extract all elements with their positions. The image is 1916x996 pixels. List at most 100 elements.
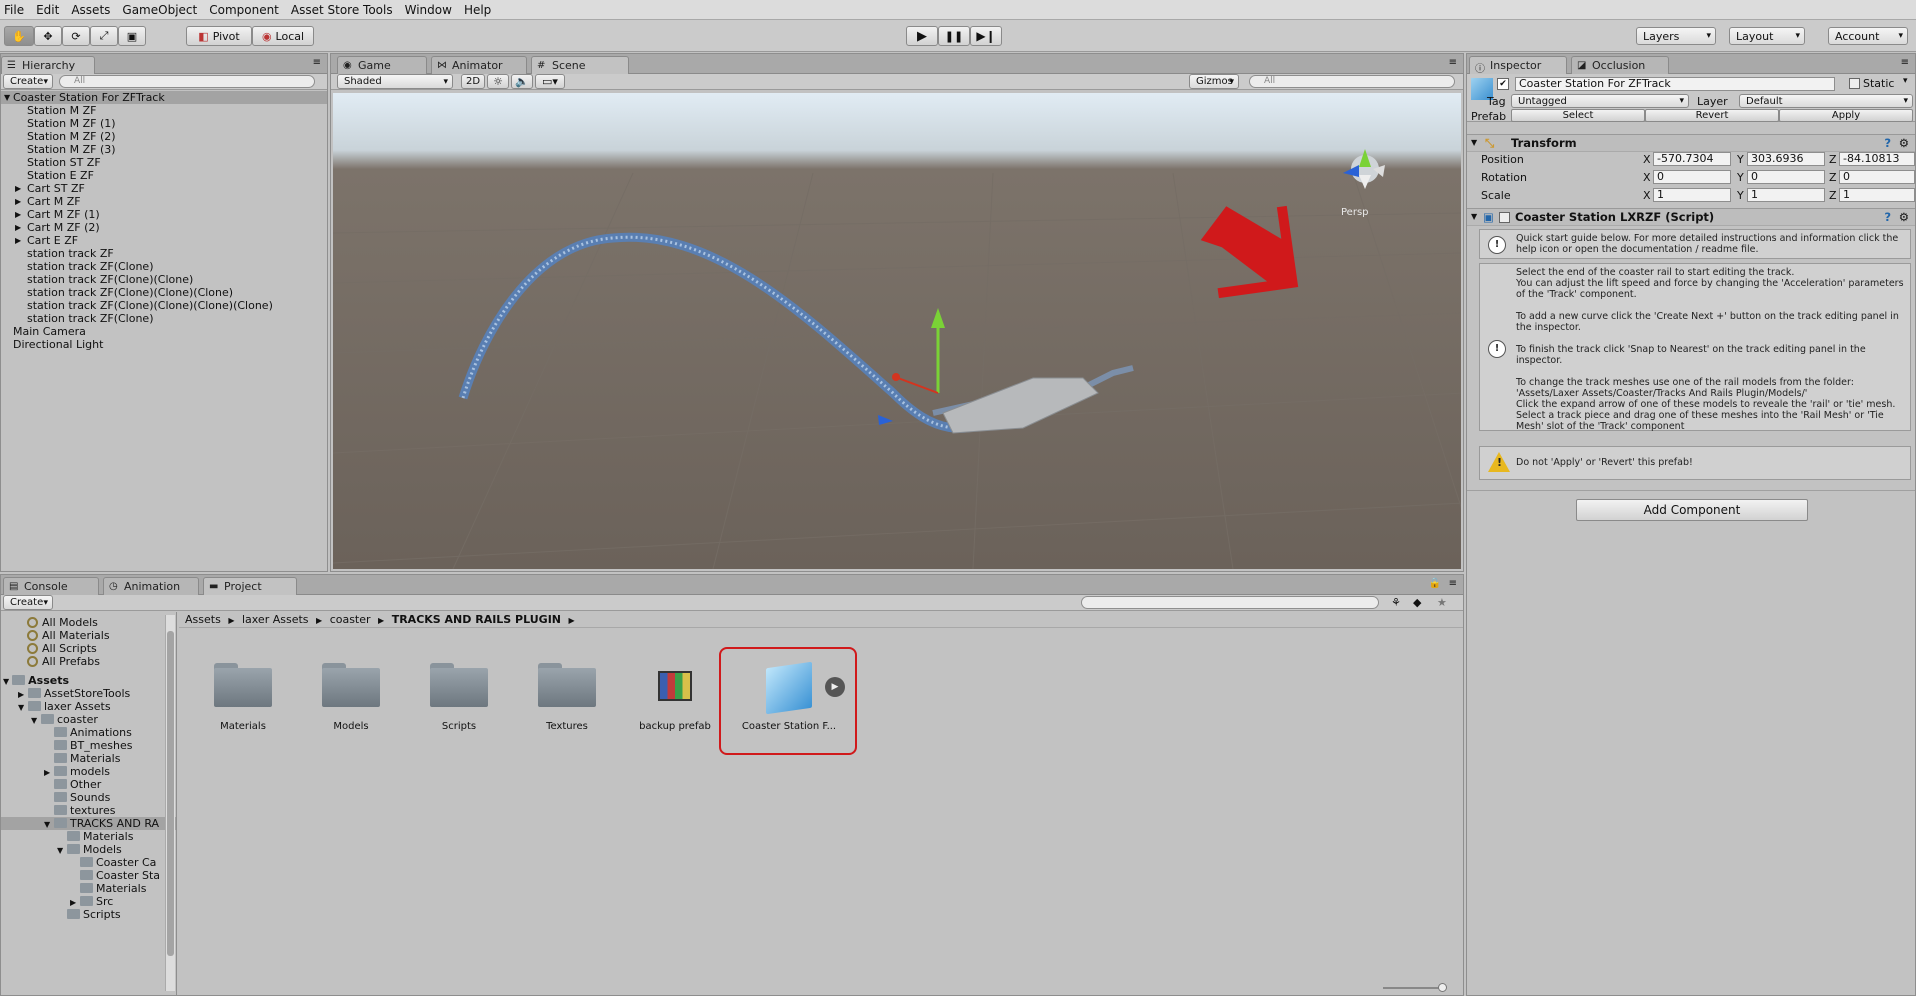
layers-dropdown[interactable]: Layers (1636, 27, 1716, 45)
expand-arrow-icon[interactable]: ▶ (15, 208, 21, 221)
tab-hierarchy[interactable]: ☰ Hierarchy (1, 56, 95, 75)
collapse-arrow-icon[interactable]: ▼ (1471, 135, 1477, 151)
expand-arrow-icon[interactable]: ▶ (15, 221, 21, 234)
filter-label-icon[interactable]: ◆ (1413, 596, 1421, 609)
orientation-gizmo[interactable] (1343, 149, 1385, 189)
help-icon[interactable]: ? (1884, 135, 1891, 151)
rotate-tool-button[interactable]: ⟳ (62, 26, 90, 46)
scale-y-field[interactable]: 1 (1747, 188, 1825, 202)
icon-size-slider[interactable] (1383, 983, 1447, 992)
favorite-item[interactable]: All Scripts (1, 642, 176, 655)
add-component-button[interactable]: Add Component (1576, 499, 1808, 521)
hierarchy-item-root[interactable]: ▼ Coaster Station For ZFTrack (1, 91, 327, 104)
2d-toggle[interactable]: 2D (461, 74, 485, 89)
hierarchy-item[interactable]: Station M ZF (1, 104, 327, 117)
breadcrumb-item[interactable]: coaster (330, 613, 371, 626)
hierarchy-item[interactable]: station track ZF(Clone) (1, 260, 327, 273)
expand-arrow-icon[interactable]: ▶ (15, 182, 21, 195)
project-search-input[interactable] (1081, 596, 1379, 609)
menu-component[interactable]: Component (209, 3, 279, 17)
menu-gameobject[interactable]: GameObject (122, 3, 197, 17)
project-create-dropdown[interactable]: Create (3, 595, 53, 610)
prefab-apply-button[interactable]: Apply (1779, 109, 1913, 122)
hierarchy-item[interactable]: Station M ZF (3) (1, 143, 327, 156)
lock-icon[interactable]: 🔒 (1429, 578, 1441, 589)
panel-menu-icon[interactable]: ≡ (1901, 57, 1909, 68)
static-dropdown-icon[interactable]: ▾ (1903, 76, 1908, 86)
project-folder-item[interactable]: ▼ coaster (1, 713, 176, 726)
tab-project[interactable]: ▬ Project (203, 577, 297, 596)
panel-menu-icon[interactable]: ≡ (313, 57, 321, 68)
rotation-z-field[interactable]: 0 (1839, 170, 1915, 184)
favorite-item[interactable]: All Materials (1, 629, 176, 642)
hierarchy-item[interactable]: Station M ZF (1) (1, 117, 327, 130)
breadcrumb-item[interactable]: TRACKS AND RAILS PLUGIN (392, 613, 561, 626)
account-dropdown[interactable]: Account (1828, 27, 1908, 45)
position-z-field[interactable]: -84.10813 (1839, 152, 1915, 166)
project-folder-item[interactable]: Other (1, 778, 176, 791)
step-button[interactable]: ▶❙ (970, 26, 1002, 46)
tab-animator[interactable]: ⋈ Animator (431, 56, 527, 74)
hierarchy-item[interactable]: station track ZF(Clone)(Clone)(Clone) (1, 286, 327, 299)
hierarchy-search-input[interactable]: All (59, 75, 315, 88)
hierarchy-item[interactable]: station track ZF (1, 247, 327, 260)
layer-dropdown[interactable]: Default (1739, 94, 1913, 108)
coaster-track[interactable] (458, 232, 1016, 433)
scrollbar-thumb[interactable] (167, 631, 174, 956)
project-folder-item[interactable]: ▼ TRACKS AND RA (1, 817, 176, 830)
project-folder-item[interactable]: ▶ models (1, 765, 176, 778)
assets-root[interactable]: ▼ Assets (1, 674, 176, 687)
menu-help[interactable]: Help (464, 3, 491, 17)
expand-arrow-icon[interactable]: ▼ (4, 91, 10, 104)
project-folder-item[interactable]: Sounds (1, 791, 176, 804)
station-platform[interactable] (942, 377, 1099, 434)
project-folder-item[interactable]: Scripts (1, 908, 176, 921)
hierarchy-item[interactable]: ▶ Cart ST ZF (1, 182, 327, 195)
project-folder-item[interactable]: ▶ AssetStoreTools (1, 687, 176, 700)
tab-scene[interactable]: # Scene (531, 56, 629, 75)
active-checkbox[interactable]: ✔ (1497, 78, 1509, 90)
project-folder-item[interactable]: Animations (1, 726, 176, 739)
hierarchy-item[interactable]: ▶ Cart M ZF (1) (1, 208, 327, 221)
settings-gear-icon[interactable]: ⚙ (1899, 209, 1909, 225)
prefab-select-button[interactable]: Select (1511, 109, 1645, 122)
local-button[interactable]: ◉ Local (252, 26, 314, 46)
project-folder-item[interactable]: textures (1, 804, 176, 817)
menu-assets[interactable]: Assets (71, 3, 110, 17)
favorite-item[interactable]: All Models (1, 616, 176, 629)
help-icon[interactable]: ? (1884, 209, 1891, 225)
project-folder-item[interactable]: Materials (1, 752, 176, 765)
menu-asset-store-tools[interactable]: Asset Store Tools (291, 3, 393, 17)
scale-x-field[interactable]: 1 (1653, 188, 1731, 202)
hierarchy-item[interactable]: ▶ Cart M ZF (1, 195, 327, 208)
breadcrumb-item[interactable]: Assets (185, 613, 221, 626)
asset-folder-scripts[interactable]: Scripts (409, 651, 509, 732)
favorite-star-icon[interactable]: ★ (1437, 596, 1447, 609)
asset-folder-models[interactable]: Models (301, 651, 401, 732)
script-enabled-checkbox[interactable] (1499, 212, 1510, 223)
project-folder-item[interactable]: ▼ Models (1, 843, 176, 856)
lighting-toggle[interactable]: ☼ (487, 74, 509, 89)
expand-arrow-icon[interactable]: ▼ (3, 677, 9, 686)
rotation-x-field[interactable]: 0 (1653, 170, 1731, 184)
x-axis-gizmo[interactable] (897, 377, 939, 394)
expand-arrow-icon[interactable]: ▶ (15, 234, 21, 247)
breadcrumb-item[interactable]: laxer Assets (242, 613, 309, 626)
scene-search-input[interactable]: All (1249, 75, 1455, 88)
tab-game[interactable]: ◉ Game (337, 56, 427, 74)
project-tree-scrollbar[interactable] (165, 615, 175, 991)
layout-dropdown[interactable]: Layout (1729, 27, 1805, 45)
hierarchy-item[interactable]: station track ZF(Clone)(Clone)(Clone)(Cl… (1, 299, 327, 312)
tab-animation[interactable]: ◷ Animation (103, 577, 199, 595)
hierarchy-item[interactable]: Station E ZF (1, 169, 327, 182)
settings-gear-icon[interactable]: ⚙ (1899, 135, 1909, 151)
filter-type-icon[interactable]: ⚘ (1391, 596, 1401, 609)
project-folder-item[interactable]: Coaster Sta (1, 869, 176, 882)
hand-tool-button[interactable]: ✋ (4, 26, 34, 46)
project-folder-item[interactable]: ▼ laxer Assets (1, 700, 176, 713)
hierarchy-item[interactable]: Station M ZF (2) (1, 130, 327, 143)
slider-handle[interactable] (1438, 983, 1447, 992)
asset-folder-materials[interactable]: Materials (193, 651, 293, 732)
create-dropdown[interactable]: Create (3, 74, 53, 89)
tab-occlusion[interactable]: ◪ Occlusion (1571, 56, 1669, 74)
